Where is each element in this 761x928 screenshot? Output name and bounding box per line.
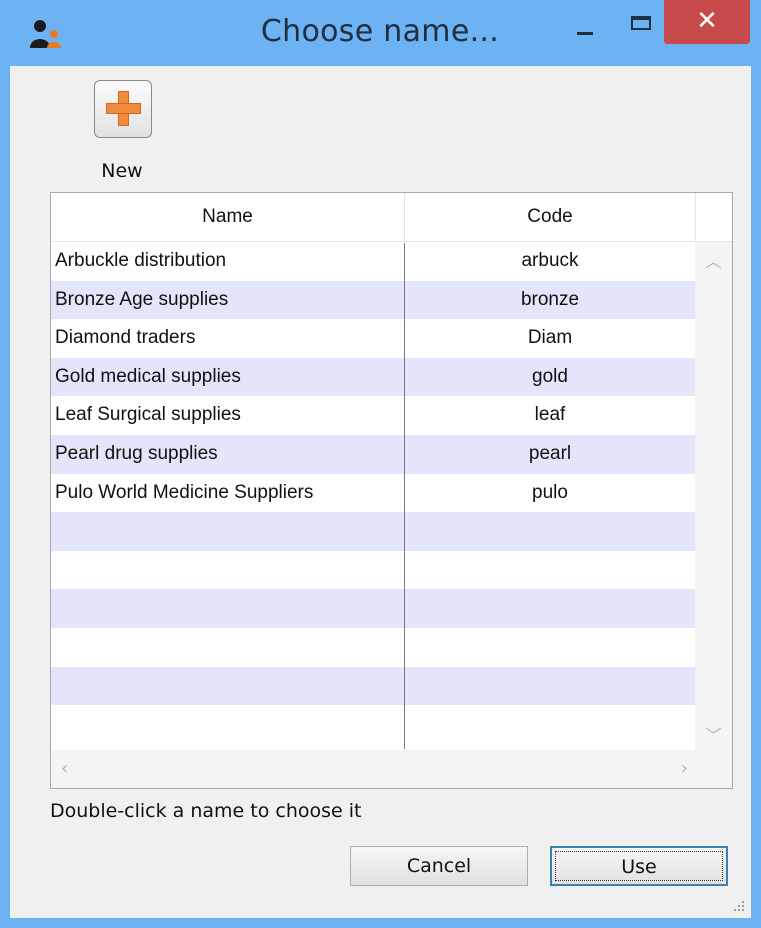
maximize-icon	[631, 16, 651, 30]
row-name	[55, 667, 400, 706]
instruction-text: Double-click a name to choose it	[50, 800, 362, 822]
table-row[interactable]: Gold medical supplies gold	[51, 357, 695, 397]
minimize-icon	[577, 32, 593, 35]
app-people-icon	[30, 20, 61, 48]
new-button[interactable]	[94, 80, 152, 138]
row-code	[405, 667, 695, 706]
row-code	[405, 551, 695, 590]
scroll-up-icon[interactable]: ︿	[695, 248, 732, 272]
table-row[interactable]	[51, 551, 695, 590]
table-row[interactable]	[51, 666, 695, 706]
scroll-down-icon[interactable]: ﹀	[695, 722, 732, 746]
row-name	[55, 551, 400, 590]
close-button[interactable]: ✕	[664, 0, 750, 44]
vertical-scrollbar[interactable]: ︿ ﹀	[695, 242, 732, 750]
row-code: bronze	[520, 288, 580, 310]
minimize-button[interactable]	[560, 0, 608, 44]
table-row[interactable]: Pulo World Medicine Suppliers pulo	[51, 474, 695, 513]
row-name: Pulo World Medicine Suppliers	[55, 481, 314, 503]
table-row[interactable]: Bronze Age supplies bronze	[51, 280, 695, 320]
table-row[interactable]	[51, 628, 695, 667]
table-row[interactable]: Arbuckle distribution arbuck	[51, 242, 695, 281]
row-code: pearl	[528, 442, 572, 464]
row-code: leaf	[534, 404, 566, 426]
list-rows: Arbuckle distribution arbuck Bronze Age s…	[51, 242, 695, 750]
cancel-button[interactable]: Cancel	[350, 846, 528, 886]
list-header: Name Code	[51, 193, 732, 242]
row-code	[405, 512, 695, 551]
maximize-button[interactable]	[618, 0, 666, 44]
table-row[interactable]: Leaf Surgical supplies leaf	[51, 396, 695, 435]
row-name: Diamond traders	[55, 327, 196, 349]
column-header-code[interactable]: Code	[405, 193, 696, 241]
horizontal-scrollbar[interactable]: ‹ ›	[51, 750, 732, 788]
resize-grip-icon[interactable]	[731, 898, 745, 912]
table-row[interactable]	[51, 589, 695, 628]
column-divider[interactable]	[404, 243, 405, 749]
row-name: Pearl drug supplies	[55, 442, 218, 464]
row-code: gold	[532, 365, 568, 387]
focus-ring	[555, 851, 723, 881]
scroll-left-icon[interactable]: ‹	[61, 758, 68, 779]
row-code	[405, 628, 695, 667]
title-bar[interactable]: Choose name... ✕	[0, 0, 761, 66]
row-code	[405, 589, 695, 628]
row-name	[55, 512, 400, 551]
column-header-name[interactable]: Name	[51, 193, 405, 241]
scroll-right-icon[interactable]: ›	[681, 758, 688, 779]
row-name	[55, 705, 400, 744]
dialog-body: New Name Code Arbuckle distribution arbuc…	[10, 66, 751, 918]
dialog-window: Choose name... ✕ New Name Code Arbuckle …	[0, 0, 761, 928]
use-button[interactable]: Use	[550, 846, 728, 886]
row-code: arbuck	[521, 250, 579, 271]
window-title: Choose name...	[260, 14, 500, 49]
row-name	[55, 589, 400, 628]
close-icon: ✕	[696, 6, 718, 36]
table-row[interactable]	[51, 705, 695, 744]
row-name	[55, 628, 400, 667]
names-list[interactable]: Name Code Arbuckle distribution arbuck Br…	[50, 192, 733, 789]
row-name: Leaf Surgical supplies	[55, 404, 241, 426]
row-code: pulo	[532, 481, 568, 503]
table-row[interactable]: Diamond traders Diam	[51, 319, 695, 358]
table-row[interactable]: Pearl drug supplies pearl	[51, 434, 695, 474]
row-name: Bronze Age supplies	[55, 288, 229, 310]
table-row[interactable]	[51, 512, 695, 551]
row-name: Gold medical supplies	[55, 365, 241, 387]
plus-icon-bar	[106, 103, 141, 114]
row-code	[405, 705, 695, 744]
row-code: Diam	[527, 327, 573, 349]
row-name: Arbuckle distribution	[55, 250, 227, 271]
new-button-label[interactable]: New	[82, 160, 162, 182]
